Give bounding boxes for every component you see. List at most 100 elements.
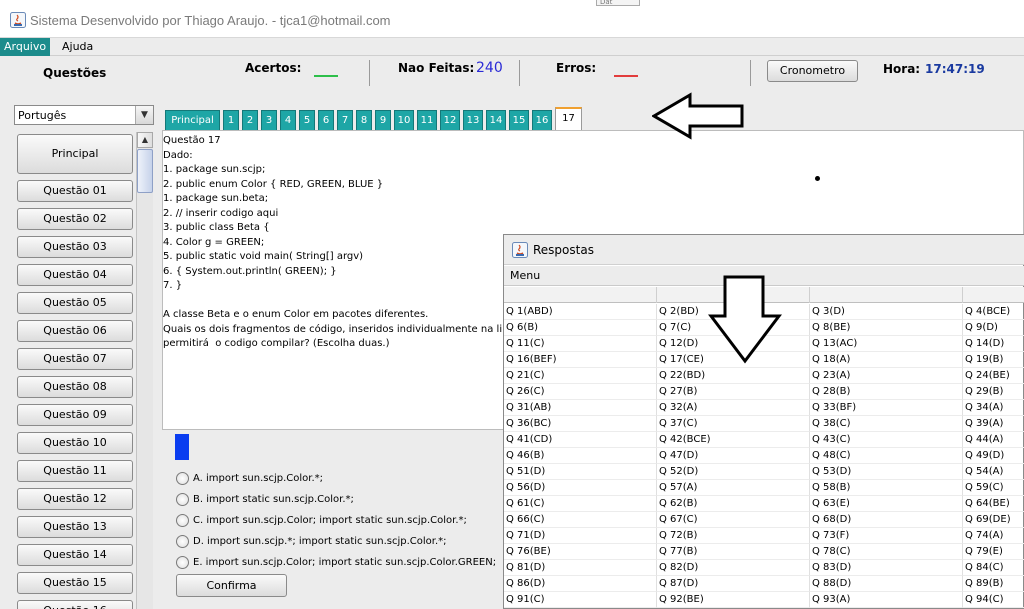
table-cell[interactable]: Q 69(DE) [963, 512, 1024, 528]
table-cell[interactable]: Q 4(BCE) [963, 304, 1024, 320]
table-cell[interactable]: Q 71(D) [504, 528, 657, 544]
column-header[interactable] [963, 287, 1024, 303]
tab-question[interactable]: 1 [223, 110, 239, 132]
table-cell[interactable]: Q 36(BC) [504, 416, 657, 432]
tab-question[interactable]: 9 [375, 110, 391, 132]
table-cell[interactable]: Q 82(D) [657, 560, 810, 576]
table-cell[interactable]: Q 57(A) [657, 480, 810, 496]
tab-question[interactable]: 15 [509, 110, 529, 132]
language-combo[interactable]: Portugês ▼ [14, 105, 154, 125]
table-cell[interactable]: Q 81(D) [504, 560, 657, 576]
table-cell[interactable]: Q 53(D) [810, 464, 963, 480]
chevron-down-icon[interactable]: ▼ [135, 106, 153, 124]
sidebar-question-button[interactable]: Questão 01 [17, 180, 133, 202]
answer-option[interactable]: D. import sun.scjp.*; import static sun.… [176, 534, 447, 550]
table-cell[interactable]: Q 67(C) [657, 512, 810, 528]
table-cell[interactable]: Q 56(D) [504, 480, 657, 496]
answer-option[interactable]: A. import sun.scjp.Color.*; [176, 471, 323, 487]
table-cell[interactable]: Q 78(C) [810, 544, 963, 560]
answer-option[interactable]: E. import sun.scjp.Color; import static … [176, 555, 496, 571]
sidebar-question-button[interactable]: Questão 06 [17, 320, 133, 342]
radio-button[interactable] [176, 534, 189, 548]
sidebar-question-button[interactable]: Questão 11 [17, 460, 133, 482]
sidebar-principal-button[interactable]: Principal [17, 134, 133, 174]
table-cell[interactable]: Q 38(C) [810, 416, 963, 432]
table-cell[interactable]: Q 37(C) [657, 416, 810, 432]
table-cell[interactable]: Q 16(BEF) [504, 352, 657, 368]
table-cell[interactable]: Q 43(C) [810, 432, 963, 448]
tab-question[interactable]: 6 [318, 110, 334, 132]
menu-ajuda[interactable]: Ajuda [58, 38, 97, 56]
table-cell[interactable]: Q 23(A) [810, 368, 963, 384]
table-cell[interactable]: Q 13(AC) [810, 336, 963, 352]
table-cell[interactable]: Q 77(B) [657, 544, 810, 560]
table-cell[interactable]: Q 76(BE) [504, 544, 657, 560]
table-cell[interactable]: Q 32(A) [657, 400, 810, 416]
table-cell[interactable]: Q 93(A) [810, 592, 963, 608]
table-cell[interactable]: Q 33(BF) [810, 400, 963, 416]
table-cell[interactable]: Q 44(A) [963, 432, 1024, 448]
table-cell[interactable]: Q 39(A) [963, 416, 1024, 432]
tab-question[interactable]: 5 [299, 110, 315, 132]
radio-button[interactable] [176, 471, 189, 485]
table-cell[interactable]: Q 51(D) [504, 464, 657, 480]
tab-question[interactable]: 3 [261, 110, 277, 132]
table-cell[interactable]: Q 74(A) [963, 528, 1024, 544]
sidebar-question-button[interactable]: Questão 02 [17, 208, 133, 230]
table-cell[interactable]: Q 61(C) [504, 496, 657, 512]
tab-question[interactable]: 16 [532, 110, 552, 132]
tab-question[interactable]: 2 [242, 110, 258, 132]
answer-option[interactable]: B. import static sun.scjp.Color.*; [176, 492, 354, 508]
table-cell[interactable]: Q 79(E) [963, 544, 1024, 560]
table-cell[interactable]: Q 86(D) [504, 576, 657, 592]
radio-button[interactable] [176, 513, 189, 527]
table-cell[interactable]: Q 62(B) [657, 496, 810, 512]
tab-question[interactable]: 13 [463, 110, 483, 132]
table-cell[interactable]: Q 26(C) [504, 384, 657, 400]
tab-question[interactable]: 4 [280, 110, 296, 132]
table-cell[interactable]: Q 54(A) [963, 464, 1024, 480]
table-cell[interactable]: Q 1(ABD) [504, 304, 657, 320]
table-cell[interactable]: Q 41(CD) [504, 432, 657, 448]
scrollbar-thumb[interactable] [137, 149, 153, 193]
sidebar-question-button[interactable]: Questão 15 [17, 572, 133, 594]
table-cell[interactable]: Q 19(B) [963, 352, 1024, 368]
respostas-menu[interactable]: Menu [510, 269, 540, 282]
table-cell[interactable]: Q 18(A) [810, 352, 963, 368]
table-cell[interactable]: Q 22(BD) [657, 368, 810, 384]
table-cell[interactable]: Q 42(BCE) [657, 432, 810, 448]
table-cell[interactable]: Q 9(D) [963, 320, 1024, 336]
table-cell[interactable]: Q 31(AB) [504, 400, 657, 416]
table-cell[interactable]: Q 46(B) [504, 448, 657, 464]
sidebar-question-button[interactable]: Questão 14 [17, 544, 133, 566]
scroll-up-icon[interactable]: ▲ [137, 132, 153, 148]
table-cell[interactable]: Q 47(D) [657, 448, 810, 464]
column-header[interactable] [810, 287, 963, 303]
table-cell[interactable]: Q 92(BE) [657, 592, 810, 608]
radio-button[interactable] [176, 555, 189, 569]
sidebar-question-button[interactable]: Questão 12 [17, 488, 133, 510]
tab-principal[interactable]: Principal [165, 110, 220, 132]
table-cell[interactable]: Q 58(B) [810, 480, 963, 496]
sidebar-question-button[interactable]: Questão 08 [17, 376, 133, 398]
sidebar-question-button[interactable]: Questão 04 [17, 264, 133, 286]
table-cell[interactable]: Q 91(C) [504, 592, 657, 608]
table-cell[interactable]: Q 28(B) [810, 384, 963, 400]
table-cell[interactable]: Q 48(C) [810, 448, 963, 464]
table-cell[interactable]: Q 29(B) [963, 384, 1024, 400]
tab-question[interactable]: 11 [417, 110, 437, 132]
sidebar-question-button[interactable]: Questão 05 [17, 292, 133, 314]
table-cell[interactable]: Q 6(B) [504, 320, 657, 336]
question-list-scrollbar[interactable]: ▲ [136, 132, 153, 609]
sidebar-question-button[interactable]: Questão 09 [17, 404, 133, 426]
table-cell[interactable]: Q 59(C) [963, 480, 1024, 496]
table-cell[interactable]: Q 83(D) [810, 560, 963, 576]
sidebar-question-button[interactable]: Questão 16 [17, 600, 133, 609]
radio-button[interactable] [176, 492, 189, 506]
tab-question[interactable]: 12 [440, 110, 460, 132]
table-cell[interactable]: Q 66(C) [504, 512, 657, 528]
sidebar-question-button[interactable]: Questão 07 [17, 348, 133, 370]
tab-question[interactable]: 8 [356, 110, 372, 132]
table-cell[interactable]: Q 27(B) [657, 384, 810, 400]
table-cell[interactable]: Q 3(D) [810, 304, 963, 320]
